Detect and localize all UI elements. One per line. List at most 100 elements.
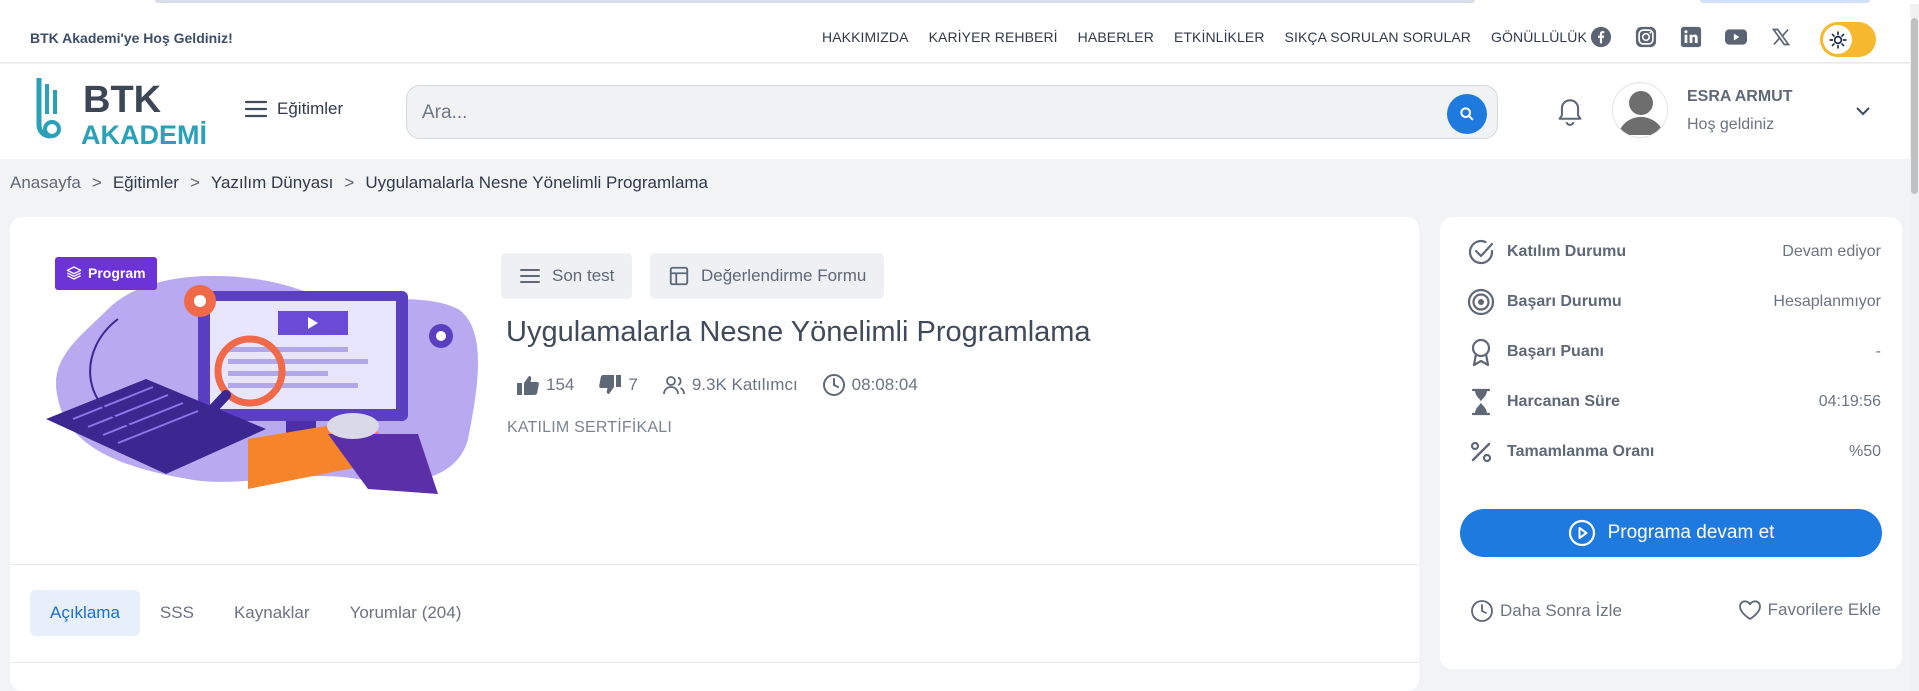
- x-icon[interactable]: [1770, 26, 1792, 48]
- nav-link-volunteering[interactable]: GÖNÜLLÜLÜK: [1491, 29, 1587, 45]
- award-icon: [1466, 337, 1496, 367]
- social-links: [1590, 26, 1792, 48]
- progress-card: Katılım Durumu Devam ediyor Başarı Durum…: [1440, 217, 1902, 669]
- status-row-success: Başarı Durumu Hesaplanmıyor: [1466, 287, 1881, 317]
- status-row-time-spent: Harcanan Süre 04:19:56: [1466, 387, 1881, 417]
- breadcrumb-current: Uygulamalarla Nesne Yönelimli Programlam…: [365, 173, 709, 192]
- course-duration: 08:08:04: [851, 375, 918, 394]
- welcome-text: BTK Akademi'ye Hoş Geldiniz!: [30, 30, 233, 46]
- status-value: %50: [1848, 443, 1881, 460]
- evaluation-form-label: Değerlendirme Formu: [701, 266, 867, 285]
- duration-stat: 08:08:04: [822, 373, 918, 397]
- trainings-menu-button[interactable]: Eğitimler: [244, 99, 343, 119]
- course-stats: 154 7 9.3K Katılımcı 08:08:04: [516, 373, 942, 397]
- status-row-score: Başarı Puanı -: [1466, 337, 1881, 367]
- hamburger-icon: [244, 100, 268, 118]
- like-button[interactable]: 154: [516, 374, 574, 396]
- like-count: 154: [546, 375, 575, 394]
- breadcrumb-home[interactable]: Anasayfa: [10, 173, 81, 193]
- page-scrollbar[interactable]: [1910, 4, 1919, 691]
- user-greeting: Hoş geldiniz: [1687, 116, 1775, 133]
- clock-icon: [1471, 600, 1493, 622]
- tab-comments[interactable]: Yorumlar (204): [330, 590, 482, 636]
- status-label: Harcanan Süre: [1507, 393, 1620, 410]
- breadcrumb-separator: >: [189, 173, 200, 192]
- search-button[interactable]: [1447, 94, 1487, 134]
- svg-text:AKADEMİ: AKADEMİ: [81, 120, 207, 148]
- svg-text:BTK: BTK: [83, 79, 162, 121]
- add-favorite-button[interactable]: Favorilere Ekle: [1738, 599, 1881, 621]
- status-value: -: [1875, 343, 1881, 360]
- bell-icon[interactable]: [1556, 98, 1584, 133]
- search-input[interactable]: Ara...: [422, 102, 467, 124]
- user-name: ESRA ARMUT: [1687, 88, 1793, 105]
- sun-icon: [1823, 25, 1852, 54]
- breadcrumb: Anasayfa > Eğitimler > Yazılım Dünyası >…: [10, 173, 708, 193]
- youtube-icon[interactable]: [1725, 26, 1747, 48]
- thumbs-down-icon: [599, 375, 622, 394]
- chevron-down-icon[interactable]: [1855, 103, 1871, 121]
- avatar[interactable]: [1612, 82, 1668, 138]
- nav-link-career-guide[interactable]: KARİYER REHBERİ: [929, 29, 1058, 45]
- layers-icon: [66, 266, 82, 280]
- participants-stat: 9.3K Katılımcı: [662, 374, 798, 396]
- status-label: Katılım Durumu: [1507, 243, 1627, 260]
- final-test-label: Son test: [552, 266, 615, 285]
- status-value: 04:19:56: [1818, 393, 1881, 410]
- add-favorite-label: Favorilere Ekle: [1767, 600, 1881, 619]
- check-circle-icon: [1466, 237, 1496, 267]
- search-icon: [1460, 107, 1474, 121]
- participants-count: 9.3K Katılımcı: [691, 375, 798, 394]
- status-value: Devam ediyor: [1782, 243, 1881, 260]
- status-label: Başarı Durumu: [1507, 293, 1622, 310]
- instagram-icon[interactable]: [1635, 26, 1657, 48]
- course-card: Program Son test Değerlendirme Formu Uyg…: [10, 217, 1419, 691]
- program-badge-label: Program: [88, 265, 146, 281]
- heart-icon: [1738, 600, 1761, 620]
- users-icon: [662, 376, 685, 395]
- final-test-button[interactable]: Son test: [501, 253, 633, 299]
- play-circle-icon: [1568, 519, 1595, 547]
- continue-program-button[interactable]: Programa devam et: [1460, 509, 1882, 557]
- percent-icon: [1466, 437, 1496, 467]
- top-links: HAKKIMIZDA KARİYER REHBERİ HABERLER ETKİ…: [822, 29, 1607, 45]
- divider: [10, 662, 1419, 663]
- tab-faq[interactable]: SSS: [140, 590, 214, 636]
- nav-link-news[interactable]: HABERLER: [1078, 29, 1154, 45]
- evaluation-form-button[interactable]: Değerlendirme Formu: [650, 253, 885, 299]
- btk-akademi-logo[interactable]: BTK AKADEMİ: [35, 74, 215, 150]
- thumbs-up-icon: [517, 376, 539, 395]
- linkedin-icon[interactable]: [1680, 26, 1702, 48]
- top-navigation: BTK Akademi'ye Hoş Geldiniz! HAKKIMIZDA …: [0, 4, 1910, 63]
- dislike-button[interactable]: 7: [598, 374, 638, 396]
- divider: [10, 564, 1419, 565]
- nav-link-about[interactable]: HAKKIMIZDA: [822, 29, 909, 45]
- breadcrumb-trainings[interactable]: Eğitimler: [113, 173, 179, 193]
- status-label: Tamamlanma Oranı: [1507, 443, 1655, 460]
- main-header: BTK AKADEMİ Eğitimler Ara... ESRA ARMUT …: [0, 64, 1910, 159]
- status-label: Başarı Puanı: [1507, 343, 1604, 360]
- theme-toggle[interactable]: [1820, 22, 1876, 57]
- tab-description[interactable]: Açıklama: [30, 590, 140, 636]
- breadcrumb-software-world[interactable]: Yazılım Dünyası: [211, 173, 334, 193]
- search-bar[interactable]: Ara...: [406, 85, 1498, 139]
- layout-icon: [669, 266, 689, 286]
- scrollbar-thumb[interactable]: [1911, 18, 1918, 194]
- certificate-label: KATILIM SERTİFİKALI: [507, 419, 673, 436]
- tab-resources[interactable]: Kaynaklar: [214, 590, 330, 636]
- status-value: Hesaplanmıyor: [1773, 293, 1881, 310]
- course-tabs: Açıklama SSS Kaynaklar Yorumlar (204): [30, 590, 481, 636]
- target-icon: [1466, 287, 1496, 317]
- browser-button-edge: [1700, 0, 1870, 3]
- watch-later-button[interactable]: Daha Sonra İzle: [1470, 599, 1622, 623]
- breadcrumb-separator: >: [344, 173, 355, 192]
- facebook-icon[interactable]: [1590, 26, 1612, 48]
- status-row-participation: Katılım Durumu Devam ediyor: [1466, 237, 1881, 267]
- course-title: Uygulamalarla Nesne Yönelimli Programlam…: [506, 316, 1091, 348]
- dislike-count: 7: [628, 375, 638, 394]
- clock-icon: [822, 374, 845, 396]
- hourglass-icon: [1466, 387, 1496, 417]
- nav-link-faq[interactable]: SIKÇA SORULAN SORULAR: [1285, 29, 1472, 45]
- nav-link-events[interactable]: ETKİNLİKLER: [1174, 29, 1265, 45]
- address-bar-edge: [155, 0, 1475, 3]
